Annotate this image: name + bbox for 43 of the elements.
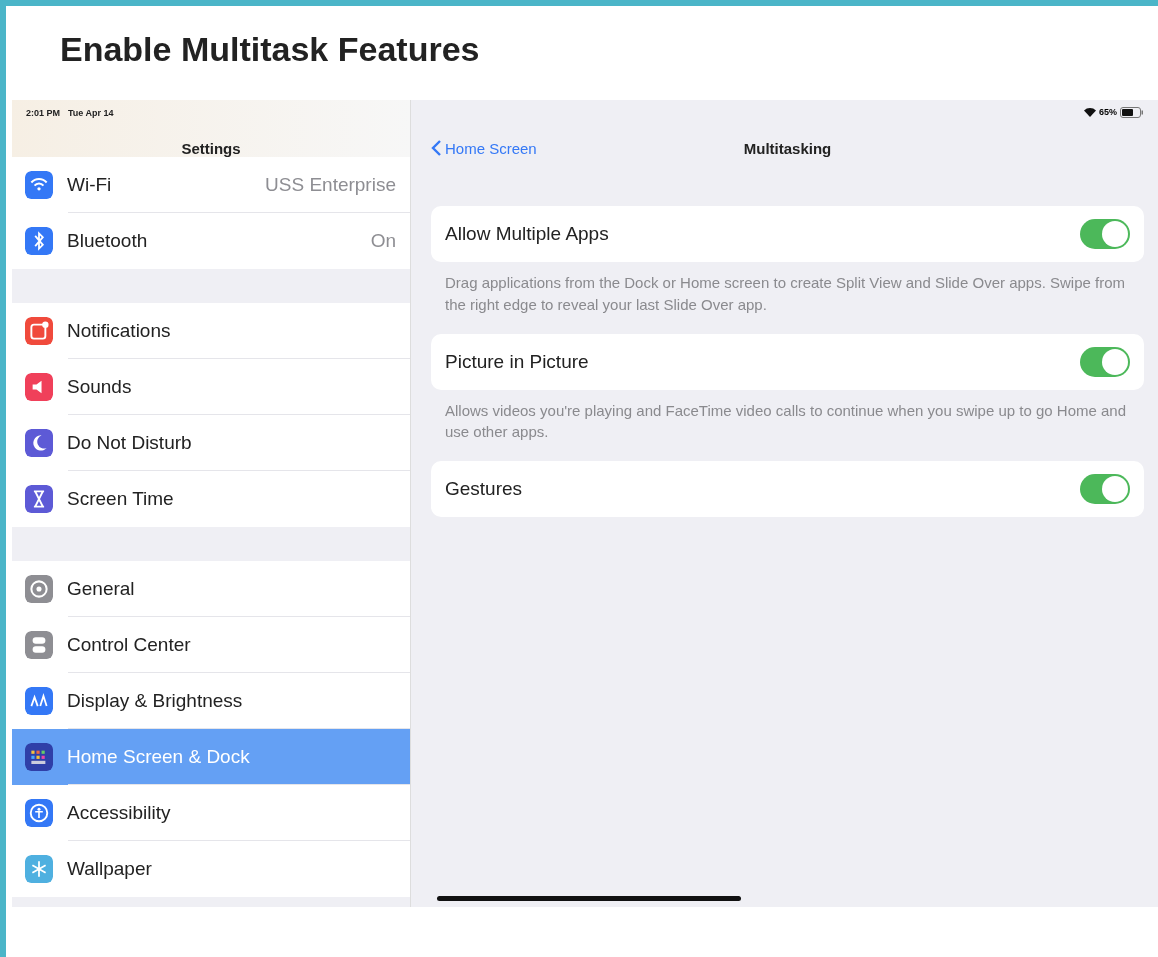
sidebar-item[interactable]: Sounds [12, 359, 410, 415]
wifi-icon [1084, 107, 1096, 117]
status-date: Tue Apr 14 [68, 108, 114, 118]
item-label: Accessibility [67, 802, 171, 824]
item-value: On [370, 230, 396, 252]
sidebar-item[interactable]: Display & Brightness [12, 673, 410, 729]
battery-percent: 65% [1099, 107, 1117, 117]
sidebar-item[interactable]: Do Not Disturb [12, 415, 410, 471]
setting-description: Drag applications from the Dock or Home screen to create Split View and Slide Over apps. Swipe from the right edge to reveal your last Slide Over app. [444, 273, 1127, 315]
toggle-switch[interactable] [1080, 219, 1130, 249]
item-value: USS Enterprise [265, 174, 396, 196]
nav-title: Multitasking [743, 139, 832, 157]
item-label: Wi-Fi [67, 174, 112, 196]
setting-label: Gestures [445, 478, 523, 500]
battery-icon [1120, 106, 1144, 118]
chevron-left-icon [431, 139, 442, 157]
item-label: Do Not Disturb [67, 432, 192, 454]
sidebar-item[interactable]: Bluetooth On [12, 213, 410, 269]
setting-label: Picture in Picture [445, 350, 589, 373]
item-label: Bluetooth [67, 230, 148, 252]
page-heading: Enable Multitask Features [59, 29, 481, 70]
item-label: General [67, 578, 135, 600]
item-label: Control Center [67, 634, 191, 656]
setting-description: Allows videos you're playing and FaceTime video calls to continue when you swipe up to go Home and use other apps. [444, 400, 1128, 443]
status-time: 2:01 PM [26, 108, 60, 118]
sidebar-item[interactable]: Screen Time [12, 471, 410, 527]
item-label: Display & Brightness [67, 690, 243, 712]
item-label: Notifications [67, 320, 171, 342]
sidebar-item[interactable]: Notifications [12, 303, 410, 359]
back-button[interactable]: Home Screen [431, 139, 537, 157]
toggle-switch[interactable] [1080, 474, 1130, 504]
sidebar-item[interactable]: Wallpaper [12, 841, 410, 897]
item-label: Screen Time [67, 488, 174, 510]
sidebar-item[interactable]: General [12, 561, 410, 617]
item-label: Wallpaper [67, 858, 152, 880]
sidebar-item[interactable]: Wi-Fi USS Enterprise [12, 157, 410, 213]
sidebar-item[interactable]: Accessibility [12, 785, 410, 841]
toggle-switch[interactable] [1080, 346, 1130, 377]
item-label: Sounds [67, 376, 132, 398]
item-label: Home Screen & Dock [67, 746, 250, 768]
setting-label: Allow Multiple Apps [445, 223, 609, 245]
sidebar-title: Settings [181, 140, 241, 157]
sidebar-item[interactable]: Control Center [12, 617, 410, 673]
